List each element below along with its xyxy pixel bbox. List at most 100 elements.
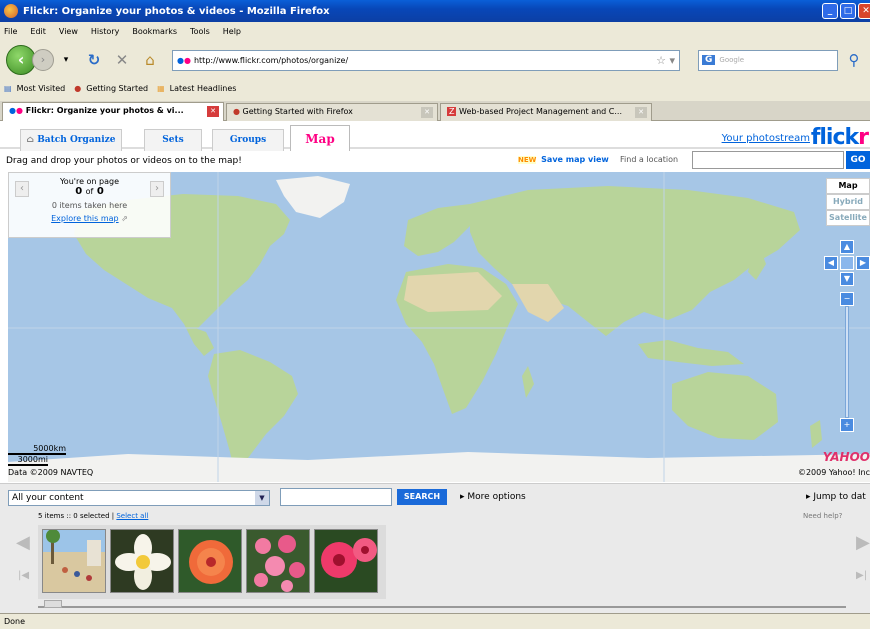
- tab-map[interactable]: Map: [290, 125, 350, 151]
- select-all-link[interactable]: Select all: [116, 512, 148, 520]
- menu-view[interactable]: View: [59, 27, 78, 36]
- flickr-logo[interactable]: flickr: [810, 125, 869, 150]
- search-icon[interactable]: ⚲: [844, 51, 864, 69]
- need-help-link[interactable]: Need help?: [803, 512, 842, 520]
- tray-first-icon[interactable]: |◀: [18, 570, 29, 581]
- find-location-input[interactable]: [692, 151, 844, 169]
- history-dropdown-icon[interactable]: ▾: [56, 55, 76, 65]
- flickr-favicon-icon: ●●: [177, 55, 191, 65]
- selection-count: 5 items :: 0 selected |: [38, 512, 115, 520]
- zoom-track[interactable]: [845, 306, 849, 418]
- window-title: Flickr: Organize your photos & videos - …: [23, 5, 330, 17]
- jump-to-date-link[interactable]: ▸ Jump to dat: [806, 492, 866, 502]
- tab-flickr[interactable]: ●● Flickr: Organize your photos & vi... …: [2, 102, 224, 122]
- pink-flowers-photo[interactable]: [246, 529, 310, 593]
- tab-sets[interactable]: Sets: [144, 129, 202, 151]
- map-type-switcher: Map Hybrid Satellite: [826, 178, 870, 226]
- world-map[interactable]: ‹ › You're on page 0 of 0 0 items taken …: [8, 172, 870, 482]
- go-button[interactable]: GO: [846, 151, 870, 169]
- bookmark-getting-started[interactable]: Getting Started: [86, 84, 148, 93]
- search-placeholder: Google: [719, 56, 745, 64]
- tray-scroll-thumb[interactable]: [44, 600, 62, 608]
- menu-file[interactable]: File: [4, 27, 17, 36]
- map-data-copyright: Data ©2009 NAVTEQ: [8, 468, 94, 477]
- bookmarks-toolbar: ▤ Most Visited ● Getting Started ▦ Lates…: [0, 80, 870, 97]
- firefox-logo-icon: [4, 4, 18, 18]
- orange-hibiscus-photo[interactable]: [178, 529, 242, 593]
- tab-groups[interactable]: Groups: [212, 129, 284, 151]
- stop-icon[interactable]: ✕: [112, 51, 132, 69]
- google-engine-icon[interactable]: G: [702, 55, 716, 65]
- pan-center-icon[interactable]: [840, 256, 854, 270]
- close-window-button[interactable]: ✕: [858, 3, 870, 19]
- prev-page-icon[interactable]: ‹: [15, 181, 29, 197]
- page-content: ⌂ Batch Organize Sets Groups Map Your ph…: [0, 121, 870, 613]
- menu-history[interactable]: History: [91, 27, 119, 36]
- zoom-slider[interactable]: − +: [840, 292, 854, 432]
- tray-prev-icon[interactable]: ◀: [16, 532, 30, 553]
- page-current: 0: [75, 186, 83, 197]
- tray-next-icon[interactable]: ▶: [856, 532, 870, 553]
- beach-photo[interactable]: [42, 529, 106, 593]
- content-filter-select[interactable]: All your content ▼: [8, 490, 270, 506]
- tab-project-management[interactable]: Z Web-based Project Management and C... …: [440, 103, 652, 121]
- map-type-satellite[interactable]: Satellite: [826, 210, 870, 226]
- forward-button[interactable]: ›: [32, 49, 54, 71]
- rss-feed-icon: ▦: [157, 84, 165, 93]
- zoom-in-icon[interactable]: +: [840, 418, 854, 432]
- close-tab-icon[interactable]: ✕: [635, 107, 647, 118]
- menu-edit[interactable]: Edit: [30, 27, 46, 36]
- close-tab-icon[interactable]: ✕: [207, 106, 219, 117]
- explore-map-link[interactable]: Explore this map: [51, 214, 118, 223]
- logo-end: r: [858, 125, 869, 150]
- more-options-link[interactable]: ▸ More options: [460, 492, 526, 502]
- explore-row: Explore this map ⇗: [9, 214, 170, 223]
- bookmark-latest-headlines[interactable]: Latest Headlines: [170, 84, 237, 93]
- save-map-view-link[interactable]: NEW Save map view: [518, 155, 609, 164]
- tab-flickr-label: Flickr: Organize your photos & vi...: [25, 106, 184, 115]
- search-button[interactable]: SEARCH: [397, 489, 447, 505]
- next-page-icon[interactable]: ›: [150, 181, 164, 197]
- scale-km: 5000km: [8, 444, 66, 455]
- external-link-icon: ⇗: [121, 214, 128, 223]
- pan-left-icon[interactable]: ◀: [824, 256, 838, 270]
- save-map-view-label: Save map view: [541, 155, 609, 164]
- map-type-map[interactable]: Map: [826, 178, 870, 194]
- white-plumeria-photo[interactable]: [110, 529, 174, 593]
- url-bar[interactable]: ●● http://www.flickr.com/photos/organize…: [172, 49, 680, 71]
- navigation-toolbar: ‹ › ▾ ↻ ✕ ⌂ ●● http://www.flickr.com/pho…: [0, 40, 870, 80]
- triangle-right-icon: ▸: [806, 492, 811, 502]
- menu-bookmarks[interactable]: Bookmarks: [132, 27, 177, 36]
- bookmark-star-icon[interactable]: ☆ ▾: [656, 54, 675, 67]
- pink-hibiscus-photo[interactable]: [314, 529, 378, 593]
- tray-scrollbar[interactable]: [38, 600, 846, 608]
- home-icon[interactable]: ⌂: [140, 51, 160, 69]
- tab-batch-organize[interactable]: ⌂ Batch Organize: [20, 129, 122, 151]
- map-type-hybrid[interactable]: Hybrid: [826, 194, 870, 210]
- close-tab-icon[interactable]: ✕: [421, 107, 433, 118]
- most-visited-icon: ▤: [4, 84, 12, 93]
- bookmark-most-visited[interactable]: Most Visited: [17, 84, 66, 93]
- photo-search-input[interactable]: [280, 488, 392, 506]
- web-search-box[interactable]: G Google: [698, 49, 838, 71]
- maximize-button[interactable]: □: [840, 3, 856, 19]
- page-counter: 0 of 0: [9, 186, 170, 197]
- minimize-button[interactable]: _: [822, 3, 838, 19]
- pan-down-icon[interactable]: ▼: [840, 272, 854, 286]
- menu-bar: File Edit View History Bookmarks Tools H…: [0, 22, 870, 40]
- reload-icon[interactable]: ↻: [84, 51, 104, 69]
- menu-help[interactable]: Help: [223, 27, 241, 36]
- zoom-out-icon[interactable]: −: [840, 292, 854, 306]
- photo-tray: All your content ▼ SEARCH ▸ More options…: [0, 483, 870, 613]
- chevron-down-icon[interactable]: ▼: [255, 491, 269, 505]
- photostream-link[interactable]: Your photostream: [722, 133, 810, 144]
- jump-to-label: Jump to dat: [813, 492, 866, 502]
- logo-main: flick: [810, 125, 859, 150]
- menu-tools[interactable]: Tools: [190, 27, 210, 36]
- selection-info: 5 items :: 0 selected | Select all: [38, 512, 148, 520]
- pan-right-icon[interactable]: ▶: [856, 256, 870, 270]
- tab-getting-started[interactable]: ● Getting Started with Firefox ✕: [226, 103, 438, 121]
- tray-last-icon[interactable]: ▶|: [856, 570, 867, 581]
- page-of: of: [85, 187, 94, 196]
- pan-up-icon[interactable]: ▲: [840, 240, 854, 254]
